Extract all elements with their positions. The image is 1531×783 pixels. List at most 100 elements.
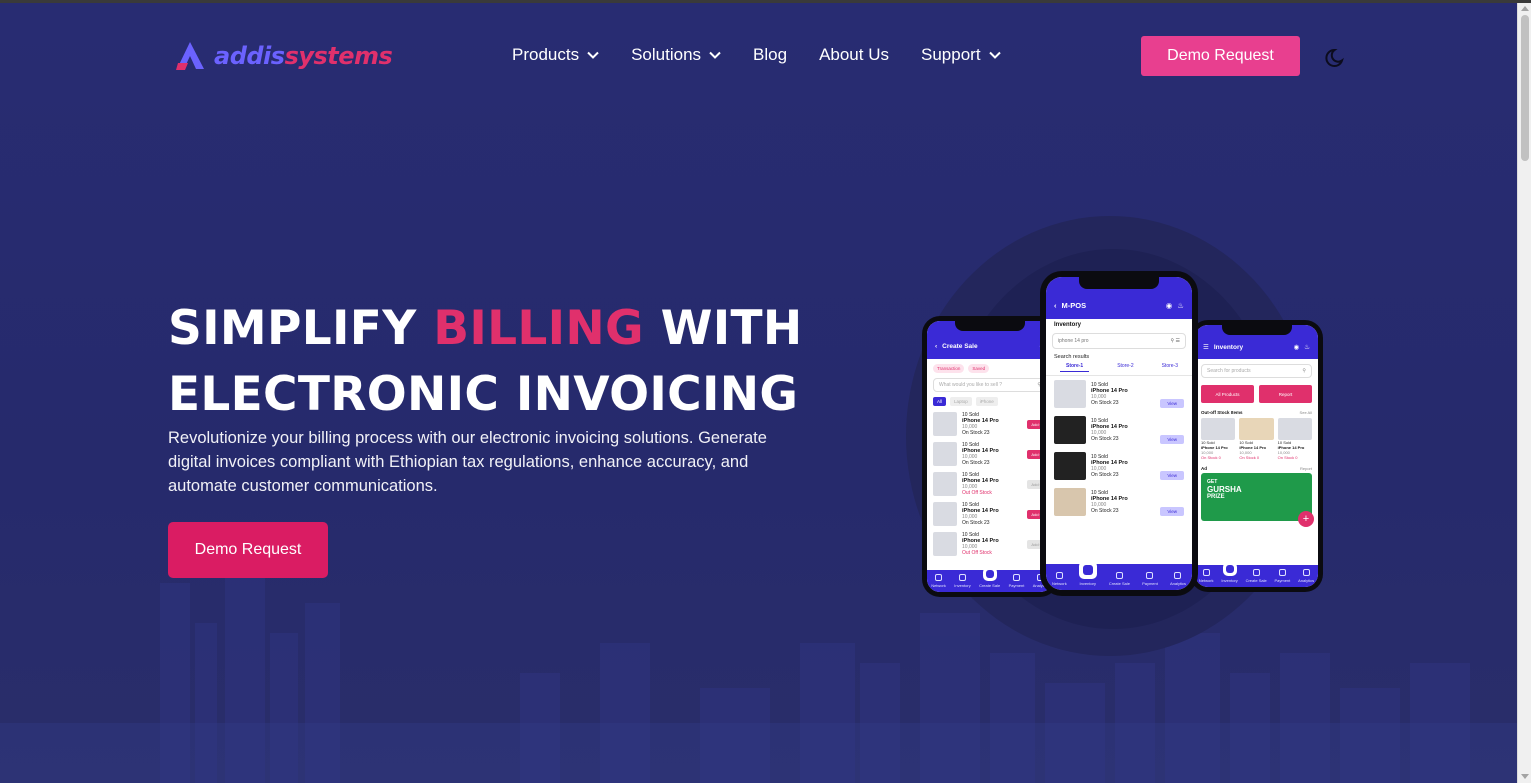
tab-payment[interactable]: Payment: [1009, 574, 1024, 588]
scroll-down-icon[interactable]: [1521, 774, 1529, 779]
product-thumbnail: [933, 412, 957, 436]
site-header: addissystems Products Solutions Blog Abo…: [168, 36, 1349, 78]
chevron-down-icon: [709, 51, 721, 59]
nav-blog[interactable]: Blog: [753, 45, 787, 65]
nav-support[interactable]: Support: [921, 45, 1001, 65]
list-item[interactable]: 10 Sold iPhone 14 Pro 10,000 Out Off Sto…: [927, 529, 1053, 559]
plus-icon[interactable]: +: [1298, 511, 1314, 527]
chevron-down-icon: [587, 51, 599, 59]
search-icon: ⚲ ☰: [1170, 338, 1180, 344]
tab-inventory-label: Inventory: [1221, 578, 1238, 583]
tab-store-1[interactable]: Store-1: [1059, 363, 1090, 372]
hero-demo-request-button[interactable]: Demo Request: [168, 522, 328, 578]
scroll-up-icon[interactable]: [1521, 6, 1529, 11]
product-stock: Out Off Stock: [962, 490, 992, 496]
product-stock: On Stock 23: [1091, 400, 1119, 406]
view-button[interactable]: View: [1160, 471, 1184, 480]
ad-label: Ad: [1201, 466, 1207, 471]
list-item[interactable]: 10 Sold iPhone 14 Pro 10,000 On Stock 23…: [1046, 484, 1192, 520]
product-stock: On Stock 23: [1091, 436, 1119, 442]
product-thumbnail: [1277, 418, 1312, 440]
stock-card[interactable]: 10 Sold iPhone 14 Pro 10,000 On Stock 0: [1239, 418, 1274, 460]
view-button[interactable]: View: [1160, 399, 1184, 408]
inventory-actions: All Products Report: [1195, 383, 1318, 405]
create-sale-search[interactable]: What would you like to sell ? ⚲: [933, 378, 1047, 392]
tab-store-3[interactable]: Store-3: [1162, 363, 1178, 372]
scrollbar-thumb[interactable]: [1521, 15, 1529, 161]
out-of-stock-title: Out-off Stock Items: [1201, 410, 1243, 415]
moon-icon[interactable]: [1325, 46, 1347, 68]
tab-create-sale[interactable]: Create Sale: [1109, 572, 1130, 586]
create-sale-chips: Transaction Saved: [927, 359, 1053, 373]
tab-store-2[interactable]: Store-2: [1117, 363, 1133, 372]
list-item[interactable]: 10 Sold iPhone 14 Pro 10,000 On Stock 23…: [1046, 448, 1192, 484]
tab-network-label: Network: [1198, 578, 1214, 583]
tab-create-sale-label: Create Sale: [979, 583, 1001, 588]
product-stock: On Stock 23: [1091, 472, 1119, 478]
header-demo-request-button[interactable]: Demo Request: [1141, 36, 1300, 76]
filter-all[interactable]: All: [933, 397, 947, 406]
tab-analytics[interactable]: Analytics: [1298, 569, 1314, 583]
tab-create-sale[interactable]: Create Sale: [1246, 569, 1267, 583]
inventory-title: Inventory: [1213, 343, 1244, 351]
see-all-link[interactable]: See All: [1300, 410, 1312, 415]
mpos-search[interactable]: iphone 14 pro ⚲ ☰: [1052, 333, 1186, 349]
all-products-button[interactable]: All Products: [1201, 385, 1254, 403]
nav-about-us[interactable]: About Us: [819, 45, 889, 65]
hero-page: addissystems Products Solutions Blog Abo…: [0, 3, 1517, 783]
list-item[interactable]: 10 Sold iPhone 14 Pro 10,000 On Stock 23…: [1046, 412, 1192, 448]
filter-iphone[interactable]: iPhone: [975, 397, 998, 406]
back-arrow-icon[interactable]: ‹: [1054, 301, 1057, 310]
product-thumbnail: [933, 502, 957, 526]
ad-report-link[interactable]: Report: [1300, 466, 1312, 471]
tab-inventory[interactable]: Inventory: [1078, 561, 1097, 586]
product-stock: On Stock 0: [1201, 455, 1221, 460]
list-item[interactable]: 10 Sold iPhone 14 Pro 10,000 On Stock 23…: [1046, 376, 1192, 412]
bell-icon[interactable]: ♨: [1304, 343, 1310, 351]
stock-card[interactable]: 10 Sold iPhone 14 Pro 10,000 On Stock 0: [1277, 418, 1312, 460]
ad-banner[interactable]: GET GURSHA PRIZE +: [1201, 473, 1314, 527]
create-sale-title: Create Sale: [942, 342, 978, 350]
tab-network[interactable]: Network: [1199, 569, 1214, 583]
menu-icon[interactable]: ☰: [1203, 343, 1209, 351]
tab-inventory[interactable]: Inventory: [1221, 562, 1238, 583]
tab-network[interactable]: Network: [931, 574, 946, 588]
tab-network-label: Network: [931, 583, 946, 588]
tab-create-sale[interactable]: Create Sale: [979, 567, 1000, 588]
brand-logo[interactable]: addissystems: [174, 39, 393, 73]
list-item[interactable]: 10 Sold iPhone 14 Pro 10,000 On Stock 23…: [927, 439, 1053, 469]
tab-payment[interactable]: Payment: [1142, 572, 1158, 586]
nav-blog-label: Blog: [753, 45, 788, 64]
page-scrollbar[interactable]: [1517, 3, 1531, 783]
filter-laptop[interactable]: Laptop: [950, 397, 972, 406]
stock-card[interactable]: 10 Sold iPhone 14 Pro 10,000 On Stock 0: [1201, 418, 1236, 460]
out-of-stock-list: 10 Sold iPhone 14 Pro 10,000 On Stock 0 …: [1195, 418, 1318, 460]
tab-payment[interactable]: Payment: [1274, 569, 1290, 583]
report-button[interactable]: Report: [1259, 385, 1312, 403]
nav-solutions[interactable]: Solutions: [631, 45, 721, 65]
view-button[interactable]: View: [1160, 435, 1184, 444]
ad-line-3: PRIZE: [1207, 494, 1225, 500]
product-stock: On Stock 23: [962, 520, 990, 526]
tab-inventory[interactable]: Inventory: [954, 574, 971, 588]
chip-transaction[interactable]: Transaction: [933, 364, 965, 373]
view-button[interactable]: View: [1160, 507, 1184, 516]
addis-logo-icon: [176, 42, 204, 70]
tab-analytics[interactable]: Analytics: [1170, 572, 1186, 586]
inventory-search[interactable]: Search for products ⚲: [1201, 364, 1312, 378]
nav-products[interactable]: Products: [512, 45, 599, 65]
hero-title-part1: SIMPLIFY: [168, 301, 434, 356]
mpos-search-value: iphone 14 pro: [1058, 338, 1089, 344]
inventory-tabbar: Network Inventory Create Sale Payment An…: [1195, 562, 1318, 587]
lock-icon: ◉: [1293, 344, 1300, 351]
list-item[interactable]: 10 Sold iPhone 14 Pro 10,000 Out Off Sto…: [927, 469, 1053, 499]
product-thumbnail: [1054, 488, 1086, 516]
bell-icon[interactable]: ♨: [1177, 301, 1184, 310]
list-item[interactable]: 10 Sold iPhone 14 Pro 10,000 On Stock 23…: [927, 499, 1053, 529]
search-results-label: Search results: [1054, 354, 1090, 360]
tab-network[interactable]: Network: [1052, 572, 1067, 586]
tab-analytics-label: Analytics: [1298, 578, 1315, 583]
tab-inventory-label: Inventory: [1079, 581, 1096, 586]
chip-saved[interactable]: Saved: [968, 364, 990, 373]
list-item[interactable]: 10 Sold iPhone 14 Pro 10,000 On Stock 23…: [927, 409, 1053, 439]
